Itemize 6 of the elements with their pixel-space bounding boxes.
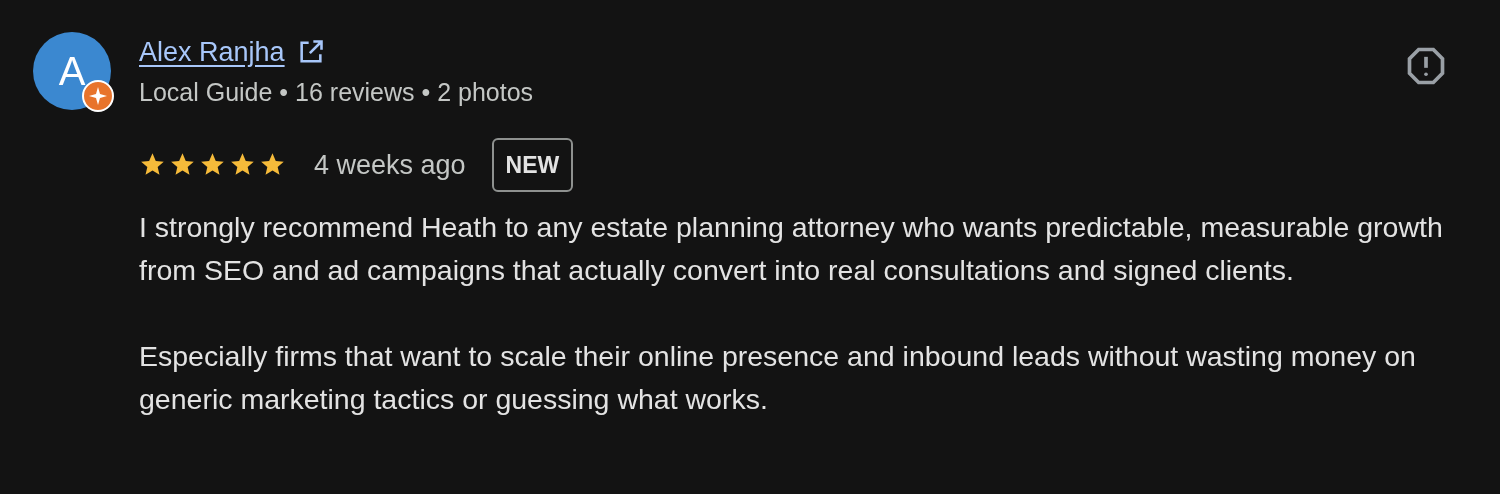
review-text: Especially firms that want to scale their online presence and inbound leads without wasting money on generic marketing tactics or guessing what works. bbox=[139, 339, 1417, 417]
review-text: I strongly recommend Heath to any estate planning attorney who wants predictable, measurable growth from SEO and ad campaigns that actually convert into real consultations and signed clients. bbox=[139, 210, 1444, 288]
new-badge: NEW bbox=[491, 137, 574, 192]
author-link[interactable]: Alex Ranjha bbox=[139, 31, 285, 73]
review-time: 4 weeks ago bbox=[314, 148, 466, 182]
reviewer-stats: Local Guide • 16 reviews • 2 photos bbox=[139, 77, 534, 108]
